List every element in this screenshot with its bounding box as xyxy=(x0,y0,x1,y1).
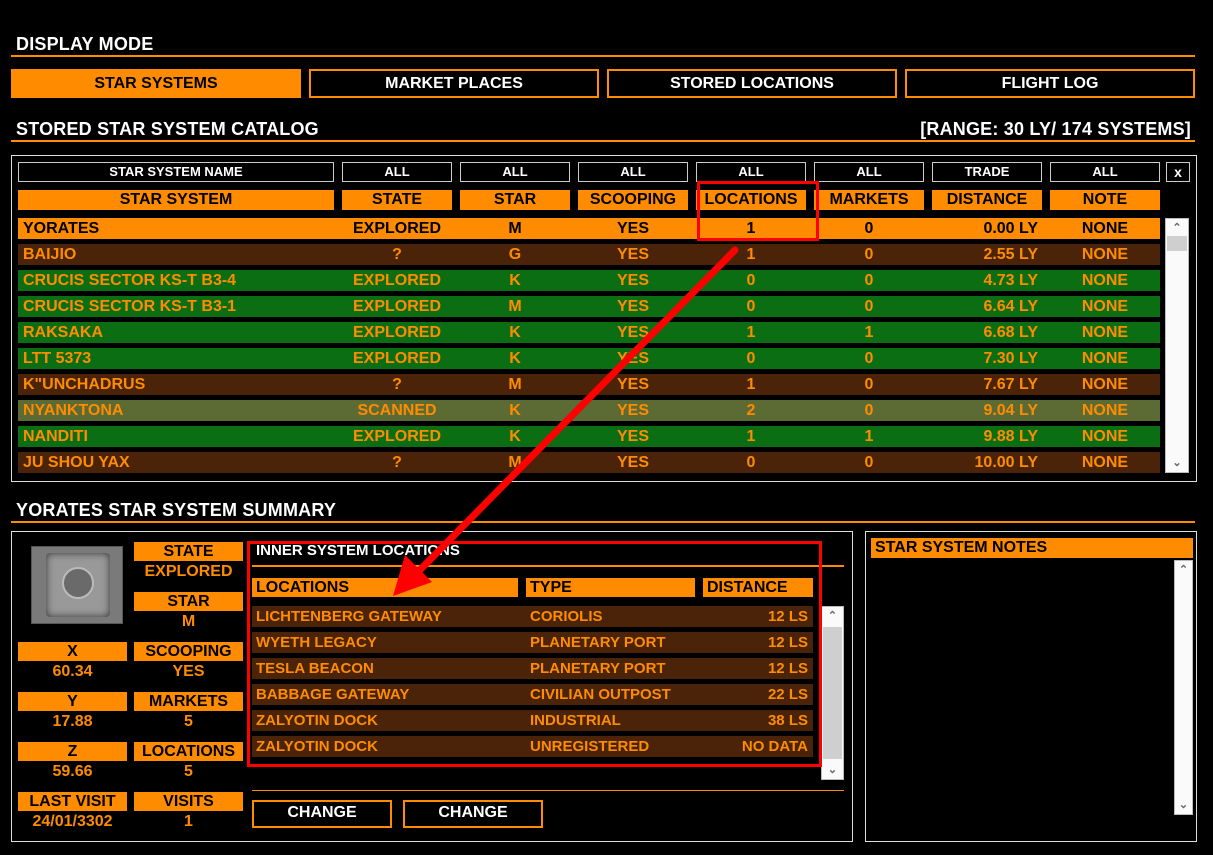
annotation-arrow-icon xyxy=(393,246,739,596)
